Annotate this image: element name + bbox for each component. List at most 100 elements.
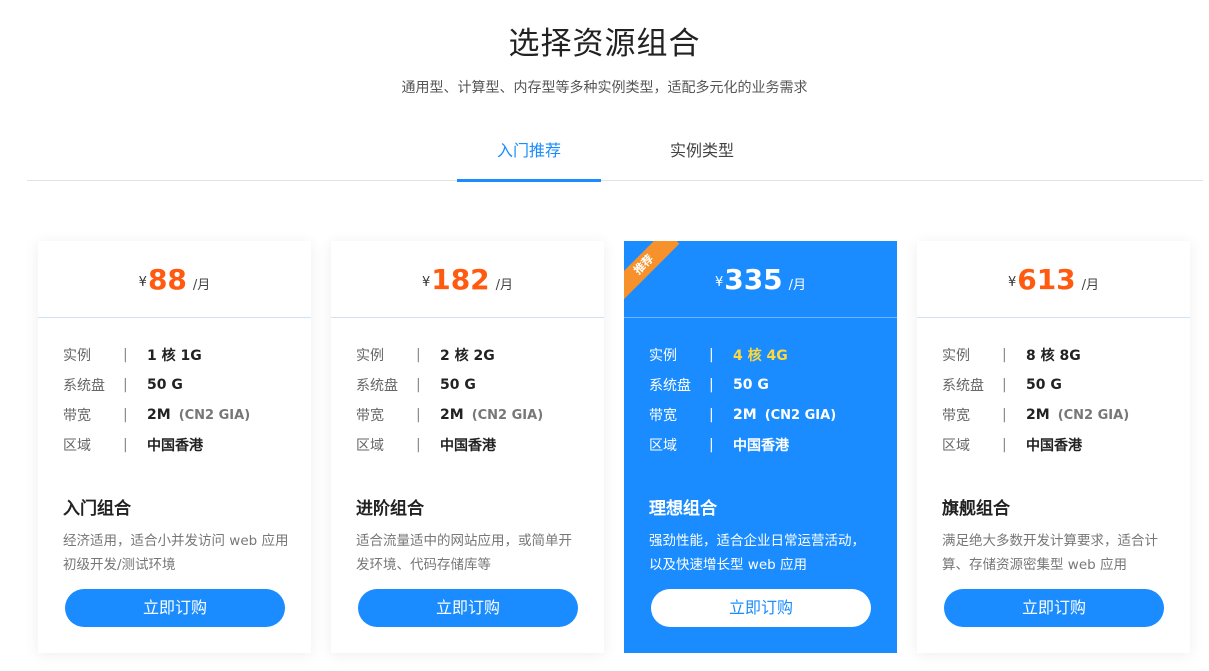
spec-separator: | bbox=[1002, 437, 1007, 453]
spec-separator: | bbox=[1002, 377, 1007, 393]
plan-description: 满足绝大多数开发计算要求，适合计算、存储资源密集型 web 应用 bbox=[942, 533, 1158, 573]
spec-value: 2 核 2G bbox=[440, 348, 495, 364]
spec-list: 实例 | 2 核 2G 系统盘 | 50 G 带宽 | 2M (CN2 GIA)… bbox=[331, 318, 604, 460]
spec-label: 系统盘 bbox=[942, 378, 984, 394]
spec-row-bandwidth: 带宽 | 2M (CN2 GIA) bbox=[649, 400, 897, 430]
spec-value: 2M bbox=[147, 407, 171, 423]
price-unit: /月 bbox=[495, 277, 514, 293]
spec-row-region: 区域 | 中国香港 bbox=[356, 430, 604, 460]
order-button[interactable]: 立即订购 bbox=[358, 589, 578, 627]
spec-label: 带宽 bbox=[63, 408, 91, 424]
spec-value: 2M bbox=[733, 407, 757, 423]
currency-symbol: ¥ bbox=[138, 274, 147, 290]
currency-symbol: ¥ bbox=[714, 274, 724, 290]
price-area: ¥ 182 /月 bbox=[331, 241, 604, 318]
spec-label: 带宽 bbox=[942, 408, 970, 424]
spec-row-instance: 实例 | 1 核 1G bbox=[63, 340, 311, 370]
spec-row-instance: 实例 | 4 核 4G bbox=[649, 340, 897, 370]
spec-row-instance: 实例 | 8 核 8G bbox=[942, 340, 1190, 370]
spec-separator: | bbox=[416, 437, 421, 453]
spec-separator: | bbox=[123, 407, 128, 423]
spec-value: 中国香港 bbox=[440, 438, 496, 454]
spec-row-region: 区域 | 中国香港 bbox=[942, 430, 1190, 460]
plan-card-ideal: 推荐 ¥ 335 /月 实例 | 4 核 4G 系统盘 | 50 G 带宽 | … bbox=[624, 241, 897, 653]
spec-label: 带宽 bbox=[649, 408, 677, 424]
spec-row-region: 区域 | 中国香港 bbox=[63, 430, 311, 460]
spec-separator: | bbox=[1002, 347, 1007, 363]
order-button[interactable]: 立即订购 bbox=[65, 589, 285, 627]
spec-row-instance: 实例 | 2 核 2G bbox=[356, 340, 604, 370]
plan-name: 进阶组合 bbox=[356, 499, 424, 519]
price-area: ¥ 613 /月 bbox=[917, 241, 1190, 318]
spec-value: 1 核 1G bbox=[147, 348, 202, 364]
page-title: 选择资源组合 bbox=[508, 26, 701, 62]
order-button[interactable]: 立即订购 bbox=[651, 589, 871, 627]
plan-cards: ¥ 88 /月 实例 | 1 核 1G 系统盘 | 50 G 带宽 | 2M (… bbox=[38, 241, 1190, 653]
spec-list: 实例 | 4 核 4G 系统盘 | 50 G 带宽 | 2M (CN2 GIA)… bbox=[624, 318, 897, 460]
tab-instance-types[interactable]: 实例类型 bbox=[630, 122, 774, 181]
tab-entry-recommend[interactable]: 入门推荐 bbox=[457, 122, 601, 182]
currency-symbol: ¥ bbox=[421, 274, 431, 290]
spec-row-disk: 系统盘 | 50 G bbox=[649, 370, 897, 400]
spec-label: 区域 bbox=[942, 438, 970, 454]
spec-value: 中国香港 bbox=[733, 438, 789, 454]
spec-value: 中国香港 bbox=[1026, 438, 1082, 454]
spec-separator: | bbox=[709, 377, 714, 393]
spec-separator: | bbox=[123, 347, 128, 363]
price-amount: 182 bbox=[431, 262, 490, 296]
spec-separator: | bbox=[123, 437, 128, 453]
spec-value: 中国香港 bbox=[147, 438, 203, 454]
spec-row-disk: 系统盘 | 50 G bbox=[356, 370, 604, 400]
price-area: ¥ 88 /月 bbox=[38, 241, 311, 318]
spec-label: 实例 bbox=[942, 348, 970, 364]
spec-separator: | bbox=[416, 377, 421, 393]
plan-card-entry: ¥ 88 /月 实例 | 1 核 1G 系统盘 | 50 G 带宽 | 2M (… bbox=[38, 241, 311, 653]
price-unit: /月 bbox=[788, 277, 807, 293]
spec-value: 50 G bbox=[147, 377, 183, 393]
spec-note: (CN2 GIA) bbox=[764, 407, 837, 423]
spec-separator: | bbox=[709, 347, 714, 363]
spec-separator: | bbox=[709, 437, 714, 453]
plan-card-flagship: ¥ 613 /月 实例 | 8 核 8G 系统盘 | 50 G 带宽 | 2M … bbox=[917, 241, 1190, 653]
spec-row-disk: 系统盘 | 50 G bbox=[942, 370, 1190, 400]
price-amount: 613 bbox=[1017, 262, 1076, 296]
spec-separator: | bbox=[416, 347, 421, 363]
price-amount: 88 bbox=[147, 262, 187, 296]
recommend-ribbon-label: 推荐 bbox=[624, 241, 680, 301]
price-unit: /月 bbox=[1081, 277, 1100, 293]
spec-value: 50 G bbox=[733, 377, 769, 393]
spec-value: 2M bbox=[440, 407, 464, 423]
plan-name: 入门组合 bbox=[63, 499, 131, 519]
spec-list: 实例 | 1 核 1G 系统盘 | 50 G 带宽 | 2M (CN2 GIA)… bbox=[38, 318, 311, 460]
plan-name: 理想组合 bbox=[649, 499, 717, 519]
spec-row-disk: 系统盘 | 50 G bbox=[63, 370, 311, 400]
spec-separator: | bbox=[416, 407, 421, 423]
price-unit: /月 bbox=[192, 277, 211, 293]
plan-card-advanced: ¥ 182 /月 实例 | 2 核 2G 系统盘 | 50 G 带宽 | 2M … bbox=[331, 241, 604, 653]
plan-description: 适合流量适中的网站应用，或简单开发环境、代码存储库等 bbox=[356, 533, 572, 573]
order-button[interactable]: 立即订购 bbox=[944, 589, 1164, 627]
spec-value: 8 核 8G bbox=[1026, 348, 1081, 364]
spec-note: (CN2 GIA) bbox=[1057, 407, 1130, 423]
spec-separator: | bbox=[123, 377, 128, 393]
spec-note: (CN2 GIA) bbox=[471, 407, 544, 423]
price-amount: 335 bbox=[724, 262, 783, 296]
recommend-ribbon: 推荐 bbox=[624, 241, 684, 301]
spec-value: 50 G bbox=[1026, 377, 1062, 393]
currency-symbol: ¥ bbox=[1007, 274, 1017, 290]
spec-label: 实例 bbox=[63, 348, 91, 364]
spec-label: 区域 bbox=[649, 438, 677, 454]
spec-row-bandwidth: 带宽 | 2M (CN2 GIA) bbox=[356, 400, 604, 430]
spec-label: 区域 bbox=[356, 438, 384, 454]
spec-label: 实例 bbox=[356, 348, 384, 364]
spec-row-bandwidth: 带宽 | 2M (CN2 GIA) bbox=[63, 400, 311, 430]
spec-row-bandwidth: 带宽 | 2M (CN2 GIA) bbox=[942, 400, 1190, 430]
spec-value: 50 G bbox=[440, 377, 476, 393]
plan-name: 旗舰组合 bbox=[942, 499, 1010, 519]
spec-label: 系统盘 bbox=[63, 378, 105, 394]
plan-description: 经济适用，适合小并发访问 web 应用初级开发/测试环境 bbox=[63, 533, 289, 573]
spec-list: 实例 | 8 核 8G 系统盘 | 50 G 带宽 | 2M (CN2 GIA)… bbox=[917, 318, 1190, 460]
spec-label: 实例 bbox=[649, 348, 677, 364]
page-subtitle: 通用型、计算型、内存型等多种实例类型，适配多元化的业务需求 bbox=[401, 80, 808, 96]
spec-label: 系统盘 bbox=[356, 378, 398, 394]
